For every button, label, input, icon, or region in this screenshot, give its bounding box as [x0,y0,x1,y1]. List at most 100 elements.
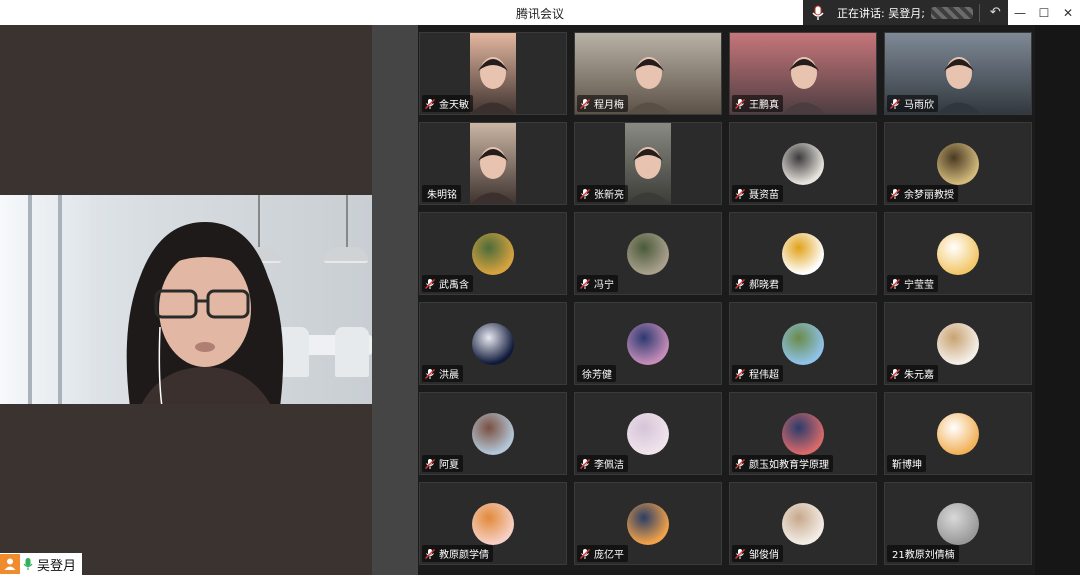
participant-tile[interactable]: 武禹含 [419,212,567,295]
participant-label: 靳博坤 [887,455,926,472]
participant-label: 宁莹莹 [887,275,938,292]
minimize-icon[interactable]: — [1008,0,1032,25]
muted-microphone-icon [735,188,745,199]
title-bar: 腾讯会议 正在讲话: 吴登月; ↶ — ☐ ✕ [0,0,1080,25]
participant-tile[interactable]: 庞亿平 [574,482,722,565]
participant-name: 武禹含 [439,280,469,291]
avatar [472,233,514,275]
participant-tile[interactable]: 宁莹莹 [884,212,1032,295]
participant-name: 马雨欣 [904,100,934,111]
participant-tile[interactable]: 洪晨 [419,302,567,385]
participant-tile[interactable]: 马雨欣 [884,32,1032,115]
avatar [472,503,514,545]
participant-label: 程月梅 [577,95,628,112]
participant-name: 程月梅 [594,100,624,111]
participant-name: 朱元嘉 [904,370,934,381]
participant-tile[interactable]: 21教原刘倩楠 [884,482,1032,565]
participant-name: 王鹏真 [749,100,779,111]
avatar [627,323,669,365]
microphone-icon [812,5,824,20]
participant-label: 教原颜学倩 [422,545,493,562]
avatar [937,233,979,275]
participant-label: 金天敏 [422,95,473,112]
participant-name: 颜玉如教育学原理 [749,460,829,471]
right-margin [1035,25,1080,575]
participant-label: 徐芳健 [577,365,616,382]
participant-tile[interactable]: 颜玉如教育学原理 [729,392,877,475]
main-speaker-video[interactable] [0,195,372,404]
participant-name: 靳博坤 [892,460,922,471]
participant-label: 冯宁 [577,275,618,292]
muted-microphone-icon [735,368,745,379]
participant-name: 庞亿平 [594,550,624,561]
maximize-icon[interactable]: ☐ [1032,0,1056,25]
avatar [782,413,824,455]
participant-tile[interactable]: 教原颜学倩 [419,482,567,565]
participant-tile[interactable]: 王鹏真 [729,32,877,115]
participant-label: 王鹏真 [732,95,783,112]
participant-tile[interactable]: 张新亮 [574,122,722,205]
participant-name: 郝晓君 [749,280,779,291]
speaker-name: 吴登月 [37,558,77,574]
avatar [937,503,979,545]
participant-tile[interactable]: 朱元嘉 [884,302,1032,385]
avatar [782,233,824,275]
participant-tile[interactable]: 聂资苗 [729,122,877,205]
participant-tile[interactable]: 郝晓君 [729,212,877,295]
participant-tile[interactable]: 朱明铭 [419,122,567,205]
avatar [937,143,979,185]
user-icon [0,554,20,574]
window-controls: — ☐ ✕ [1008,0,1080,25]
avatar [937,413,979,455]
participant-label: 聂资苗 [732,185,783,202]
participant-tile[interactable]: 邹俊俏 [729,482,877,565]
avatar [627,233,669,275]
participant-label: 程伟超 [732,365,783,382]
muted-microphone-icon [580,548,590,559]
avatar [472,413,514,455]
pane-divider [372,25,418,575]
avatar [782,503,824,545]
participant-label: 李佩洁 [577,455,628,472]
muted-microphone-icon [425,278,435,289]
participant-video [470,123,516,204]
participant-tile[interactable]: 阿夏 [419,392,567,475]
close-icon[interactable]: ✕ [1056,0,1080,25]
participant-tile[interactable]: 程月梅 [574,32,722,115]
participant-name: 阿夏 [439,460,459,471]
speaking-label: 正在讲话: 吴登月; [837,6,925,20]
participant-name: 宁莹莹 [904,280,934,291]
avatar [782,143,824,185]
avatar [472,323,514,365]
muted-microphone-icon [890,98,900,109]
undo-icon[interactable]: ↶ [990,5,1001,20]
blurred-text [930,6,973,19]
chair [335,327,369,377]
participant-tile[interactable]: 靳博坤 [884,392,1032,475]
participant-label: 庞亿平 [577,545,628,562]
participant-tile[interactable]: 余梦丽教授 [884,122,1032,205]
muted-microphone-icon [425,368,435,379]
participant-label: 武禹含 [422,275,473,292]
main-speaker-label: 吴登月 [0,553,83,575]
participant-label: 邹俊俏 [732,545,783,562]
muted-microphone-icon [580,278,590,289]
muted-microphone-icon [735,98,745,109]
participant-label: 洪晨 [422,365,463,382]
pendant-lamp [346,195,348,250]
participant-tile[interactable]: 冯宁 [574,212,722,295]
avatar [627,413,669,455]
muted-microphone-icon [425,548,435,559]
participant-name: 金天敏 [439,100,469,111]
participant-label: 颜玉如教育学原理 [732,455,833,472]
participant-label: 阿夏 [422,455,463,472]
participant-tile[interactable]: 徐芳健 [574,302,722,385]
participant-tile[interactable]: 李佩洁 [574,392,722,475]
participant-face [625,147,671,204]
participant-label: 朱明铭 [422,185,461,202]
participant-tile[interactable]: 金天敏 [419,32,567,115]
participant-tile[interactable]: 程伟超 [729,302,877,385]
participant-name: 张新亮 [594,190,624,201]
participant-label: 朱元嘉 [887,365,938,382]
muted-microphone-icon [890,368,900,379]
